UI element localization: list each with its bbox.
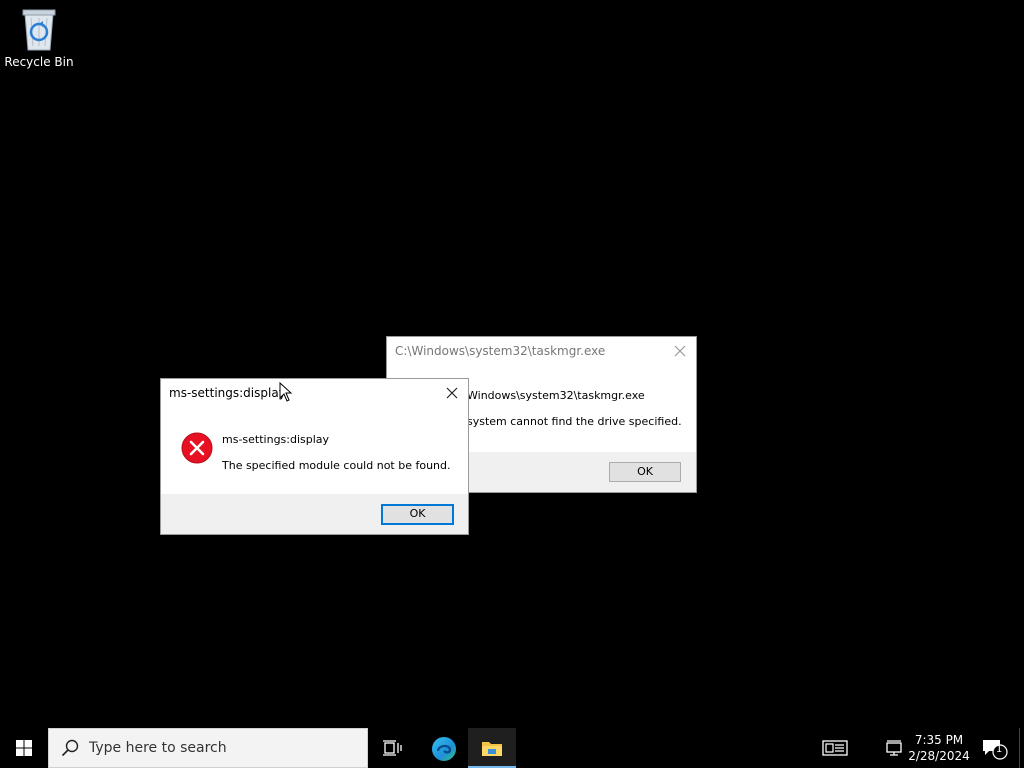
action-center-button[interactable]: 1 (980, 736, 1008, 763)
start-button[interactable] (0, 728, 48, 768)
notification-count-badge: 1 (996, 744, 1003, 755)
close-icon[interactable] (672, 343, 688, 359)
dialog-title: ms-settings:display (169, 386, 286, 400)
dialog-message-text: The specified module could not be found. (222, 459, 451, 472)
taskbar-search-box[interactable]: Type here to search (48, 728, 368, 768)
notification-icon (983, 740, 1008, 760)
dialog-message-text: system cannot find the drive specified. (467, 415, 682, 428)
task-view-button[interactable] (368, 728, 416, 768)
recycle-bin-label: Recycle Bin (4, 55, 74, 69)
mouse-cursor-icon (279, 382, 293, 402)
dialog-message-path: Windows\system32\taskmgr.exe (467, 389, 645, 402)
clock-date: 2/28/2024 (908, 749, 970, 763)
taskbar: Type here to search 7:35 PM 2/28/2024 1 (0, 728, 1024, 768)
edge-browser-icon (432, 737, 456, 761)
dialog-title: C:\Windows\system32\taskmgr.exe (395, 344, 606, 358)
clock-time: 7:35 PM (914, 733, 964, 747)
news-icon (822, 740, 848, 756)
windows-logo-icon (16, 740, 32, 756)
taskbar-clock[interactable]: 7:35 PM 2/28/2024 (903, 732, 975, 764)
ok-button[interactable]: OK (381, 504, 454, 525)
ok-button[interactable]: OK (609, 462, 681, 482)
task-view-icon (383, 740, 402, 756)
show-desktop-button[interactable] (1019, 728, 1024, 768)
folder-icon (482, 742, 502, 756)
close-icon[interactable] (444, 385, 460, 401)
ms-settings-error-dialog: ms-settings:display ms-settings:display … (160, 378, 469, 535)
search-icon (61, 739, 79, 757)
error-icon (181, 432, 213, 464)
recycle-bin-shortcut[interactable]: Recycle Bin (4, 6, 74, 69)
edge-taskbar-button[interactable] (419, 728, 467, 768)
recycle-bin-icon (22, 9, 56, 51)
news-widget-button[interactable] (822, 736, 848, 760)
file-explorer-taskbar-button[interactable] (468, 728, 516, 768)
desktop: Recycle Bin C:\Windows\system32\taskmgr.… (0, 0, 1024, 728)
dialog-message-title: ms-settings:display (222, 433, 330, 446)
search-placeholder: Type here to search (89, 740, 227, 756)
